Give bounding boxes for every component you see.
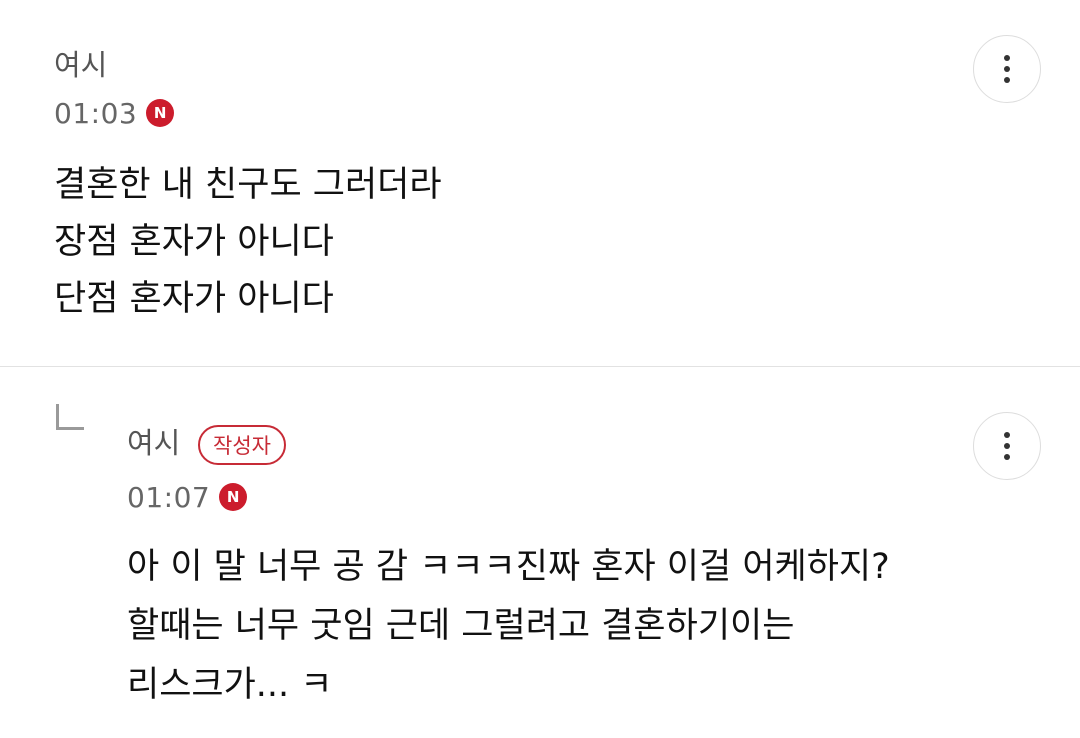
author-badge: 작성자 [198, 425, 286, 465]
comment-text-line: 결혼한 내 친구도 그러더라 [54, 165, 442, 205]
comment-item: 여시 01:03 N 결혼한 내 친구도 그러더라 장점 혼자가 아니다 단점 … [0, 0, 1080, 366]
comment-meta: 01:03 N [54, 95, 175, 131]
more-options-button[interactable] [973, 35, 1041, 103]
comment-time: 01:03 [54, 96, 138, 130]
comment-meta: 01:07 N [127, 479, 248, 515]
comment-reply-item: 여시 작성자 01:07 N 아 이 말 너무 공 감 ㅋㅋㅋ진짜 혼자 이걸 … [0, 367, 1080, 738]
comment-author[interactable]: 여시 [127, 425, 180, 461]
comment-author[interactable]: 여시 [54, 47, 107, 83]
comment-text-line: 리스크가... ㅋ [127, 665, 333, 705]
more-vertical-icon [1004, 55, 1010, 61]
new-badge: N [219, 483, 248, 511]
more-vertical-icon [1004, 432, 1010, 438]
comment-text-line: 장점 혼자가 아니다 [54, 222, 334, 262]
comment-text-line: 단점 혼자가 아니다 [54, 279, 334, 319]
comment-text-line: 할때는 너무 굿임 근데 그럴려고 결혼하기이는 [127, 606, 795, 646]
comment-text-line: 아 이 말 너무 공 감 ㅋㅋㅋ진짜 혼자 이걸 어케하지? [127, 547, 890, 587]
reply-arrow-icon [56, 404, 84, 430]
more-options-button[interactable] [973, 412, 1041, 480]
comment-time: 01:07 [127, 480, 211, 514]
new-badge: N [146, 99, 175, 127]
